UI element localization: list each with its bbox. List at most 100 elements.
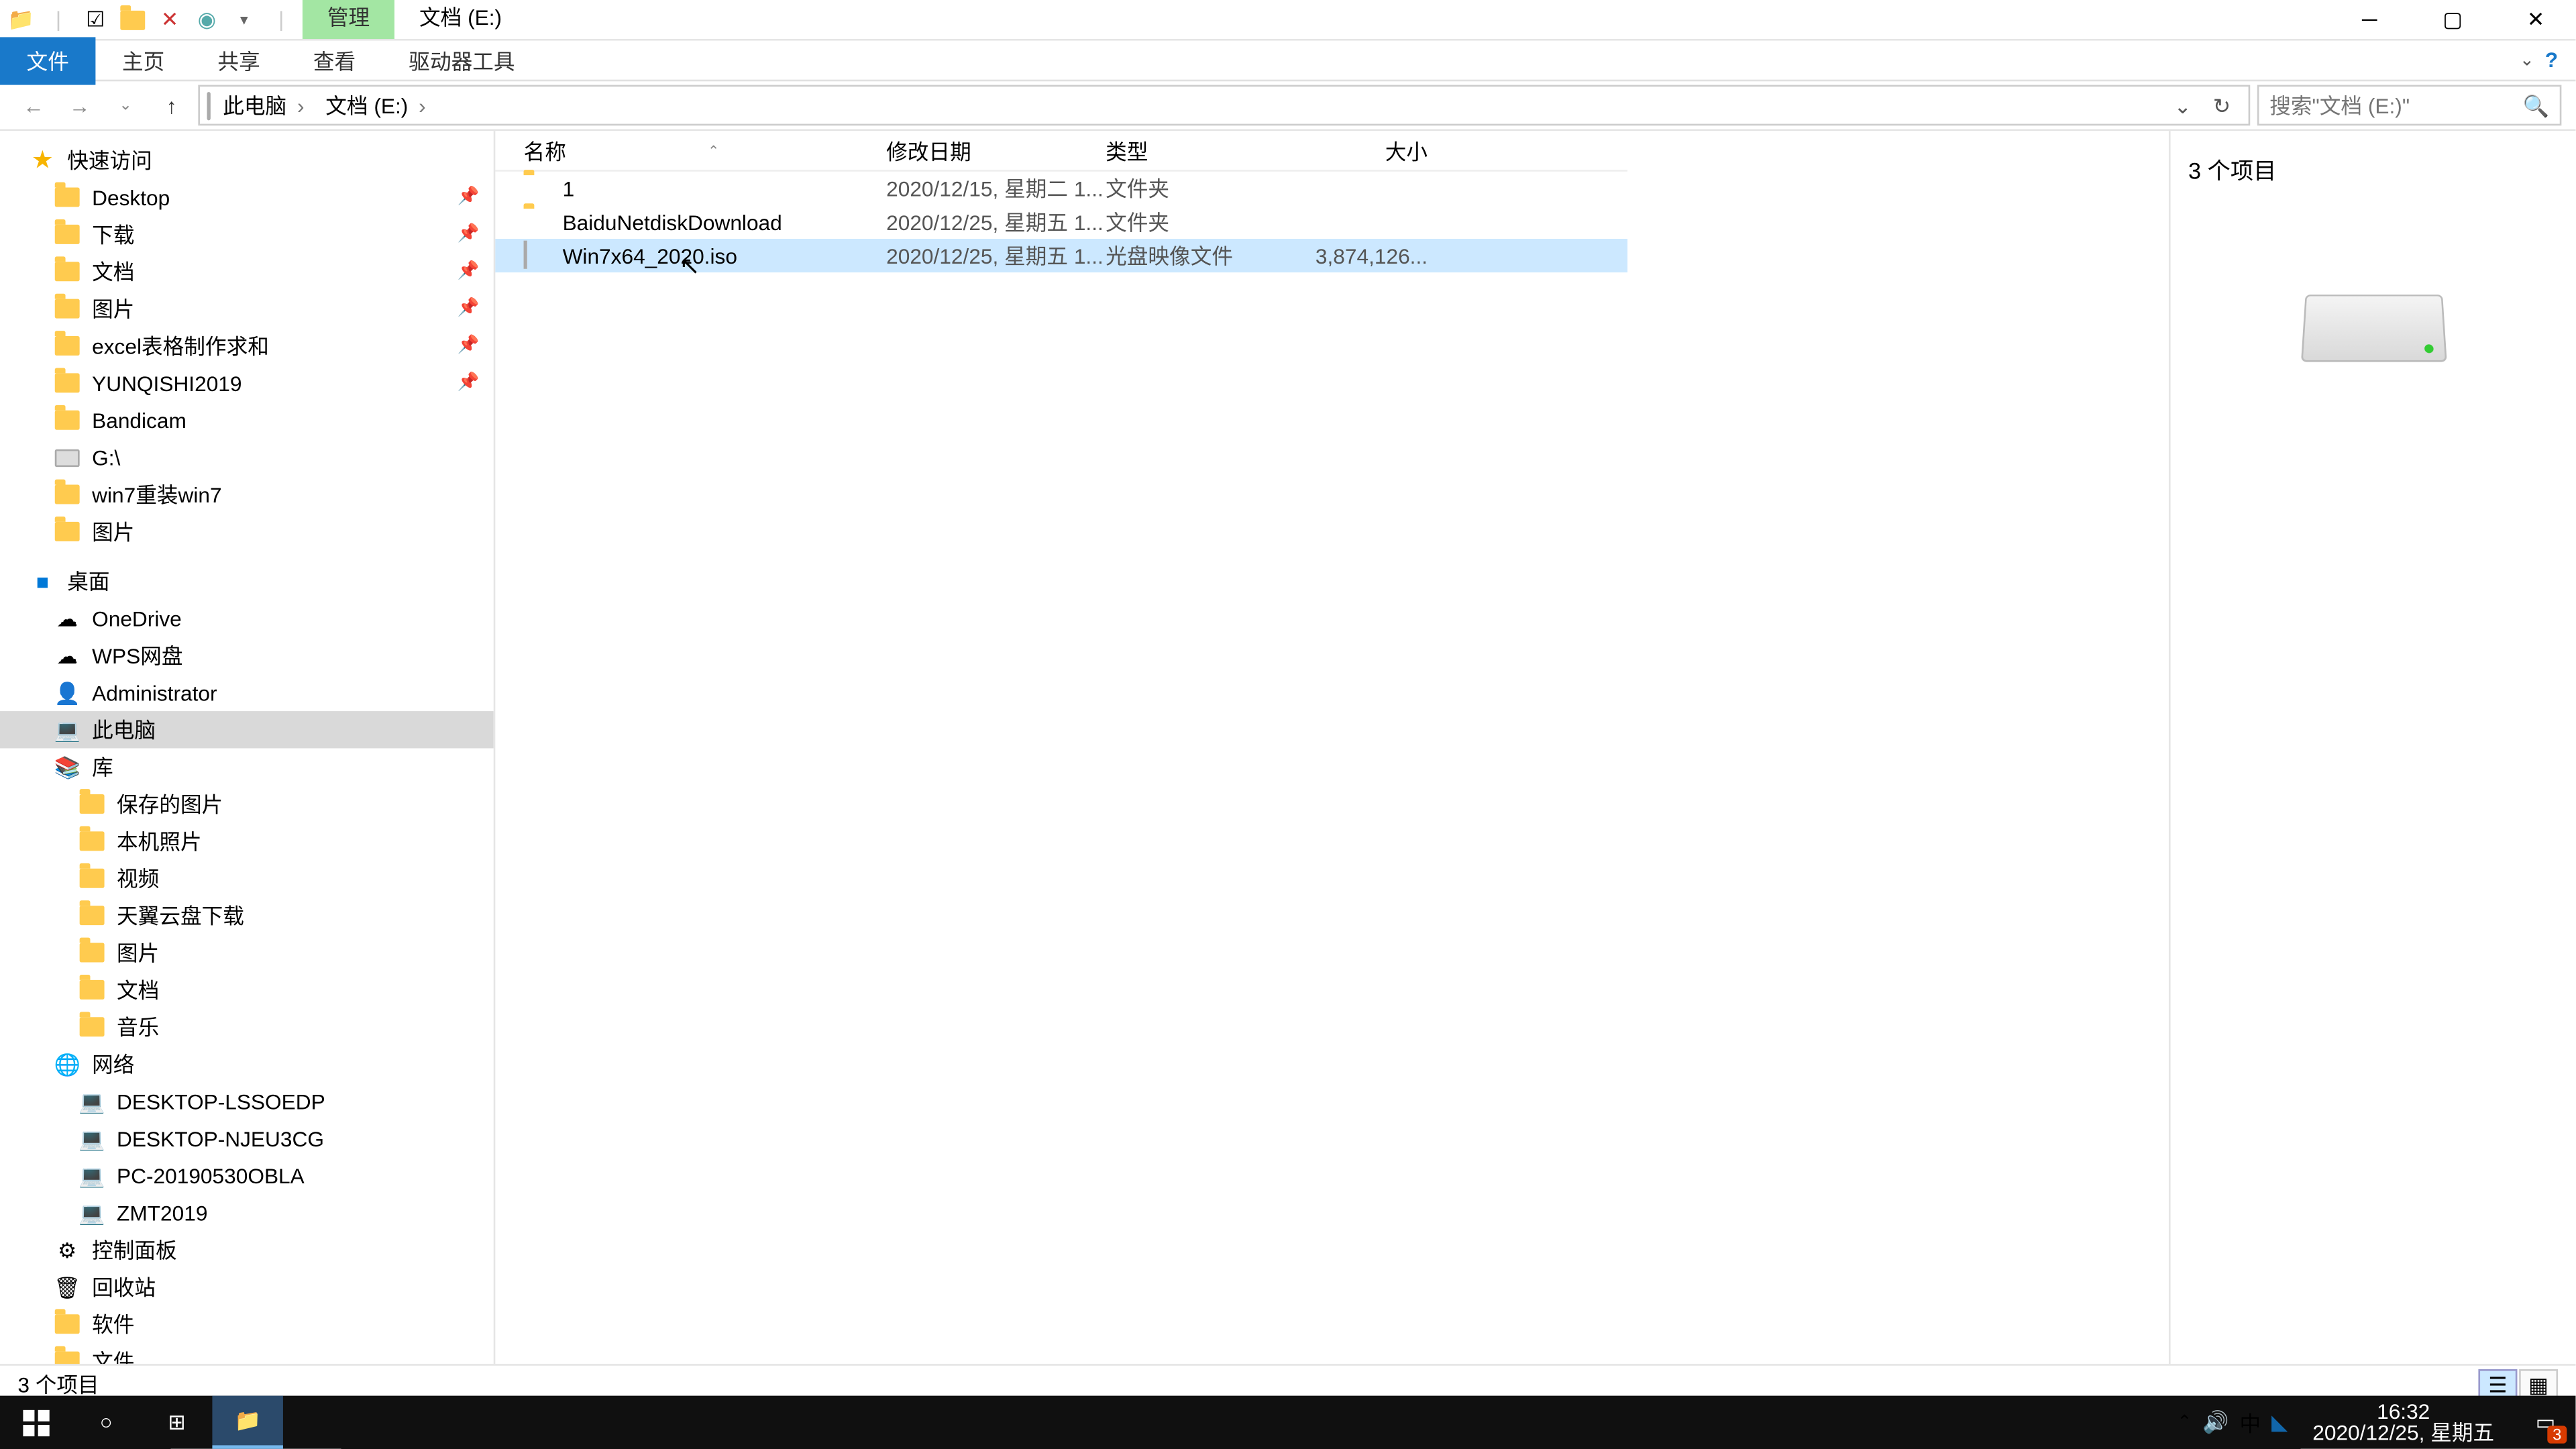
pin-icon: 📌 <box>458 299 480 319</box>
file-row[interactable]: 12020/12/15, 星期二 1...文件夹 <box>495 172 1627 205</box>
search-input[interactable] <box>2269 93 2522 117</box>
tree-item[interactable]: win7重装win7 <box>0 476 494 513</box>
tree-item[interactable]: 💻DESKTOP-LSSOEDP <box>0 1083 494 1120</box>
task-view-button[interactable]: ⊞ <box>142 1396 212 1449</box>
tree-desktop[interactable]: ■ 桌面 <box>0 563 494 600</box>
tree-item-icon <box>78 827 106 855</box>
tree-item[interactable]: 👤Administrator <box>0 674 494 711</box>
tree-item[interactable]: 💻ZMT2019 <box>0 1194 494 1231</box>
ribbon-tab-view[interactable]: 查看 <box>286 36 382 84</box>
tray-app-icon[interactable]: ◣ <box>2271 1410 2288 1435</box>
maximize-button[interactable]: ▢ <box>2413 2 2493 38</box>
nav-recent-dropdown[interactable]: ⌄ <box>106 86 145 125</box>
tree-item-icon <box>53 258 81 286</box>
refresh-button[interactable]: ↻ <box>2202 93 2241 117</box>
address-bar[interactable]: 此电脑 文档 (E:) ⌄ ↻ <box>198 85 2250 126</box>
qa-delete-icon[interactable]: ✕ <box>156 5 184 34</box>
tree-item[interactable]: ☁OneDrive <box>0 600 494 637</box>
tree-item[interactable]: 天翼云盘下载 <box>0 897 494 934</box>
tree-item[interactable]: YUNQISHI2019📌 <box>0 364 494 401</box>
tree-item[interactable]: 文件 <box>0 1342 494 1364</box>
close-button[interactable]: ✕ <box>2496 2 2576 38</box>
tree-item[interactable]: 💻DESKTOP-NJEU3CG <box>0 1120 494 1157</box>
column-type[interactable]: 类型 <box>1106 136 1286 166</box>
ribbon-tab-home[interactable]: 主页 <box>95 36 191 84</box>
tree-item-icon <box>53 1310 81 1338</box>
volume-icon[interactable]: 🔊 <box>2202 1410 2229 1435</box>
tree-item[interactable]: Desktop📌 <box>0 178 494 215</box>
search-button[interactable]: ○ <box>70 1396 141 1449</box>
context-tab-manage[interactable]: 管理 <box>303 0 394 39</box>
tree-item[interactable]: 图片📌 <box>0 290 494 327</box>
qa-rename-icon[interactable]: ◉ <box>193 5 221 34</box>
tree-item[interactable]: 下载📌 <box>0 216 494 253</box>
title-bar: 📁 | ☑ ✕ ◉ ▾ | 管理 文档 (E:) ─ ▢ ✕ <box>0 0 2575 41</box>
tree-item-icon <box>78 790 106 818</box>
empty-area[interactable] <box>1627 131 2169 1364</box>
column-size[interactable]: 大小 <box>1286 136 1428 166</box>
nav-up-button[interactable]: ↑ <box>152 86 191 125</box>
search-icon[interactable]: 🔍 <box>2522 93 2548 117</box>
pin-icon: 📌 <box>458 373 480 392</box>
tree-item[interactable]: ⚙控制面板 <box>0 1231 494 1268</box>
ribbon-tab-drive-tools[interactable]: 驱动器工具 <box>382 36 541 84</box>
tree-item[interactable]: 文档📌 <box>0 253 494 290</box>
clock-date: 2020/12/25, 星期五 <box>2312 1422 2494 1444</box>
minimize-button[interactable]: ─ <box>2330 2 2410 38</box>
tree-item-label: Administrator <box>92 680 217 705</box>
tree-item-icon <box>53 220 81 248</box>
tree-item[interactable]: 💻此电脑 <box>0 711 494 748</box>
navigation-pane[interactable]: ★ 快速访问 Desktop📌下载📌文档📌图片📌excel表格制作求和📌YUNQ… <box>0 131 495 1364</box>
tree-item-icon: 📚 <box>53 753 81 781</box>
qa-dropdown-icon[interactable]: ▾ <box>230 5 258 34</box>
ribbon-tab-share[interactable]: 共享 <box>191 36 286 84</box>
tree-item[interactable]: 图片 <box>0 934 494 971</box>
start-button[interactable] <box>0 1396 70 1449</box>
tree-item[interactable]: 🌐网络 <box>0 1045 494 1082</box>
file-row[interactable]: Win7x64_2020.iso2020/12/25, 星期五 1...光盘映像… <box>495 239 1627 272</box>
file-list[interactable]: 名称⌃ 修改日期 类型 大小 12020/12/15, 星期二 1...文件夹B… <box>495 131 1627 1364</box>
taskbar-clock[interactable]: 16:32 2020/12/25, 星期五 <box>2298 1397 2508 1447</box>
qa-properties-icon[interactable]: ☑ <box>81 5 109 34</box>
search-box[interactable]: 🔍 <box>2257 85 2562 126</box>
file-type: 文件夹 <box>1106 173 1286 203</box>
address-history-dropdown[interactable]: ⌄ <box>2167 93 2199 117</box>
qa-new-folder-icon[interactable] <box>119 5 147 34</box>
tree-item[interactable]: 图片 <box>0 513 494 550</box>
tree-item-label: Desktop <box>92 185 170 210</box>
tree-item[interactable]: 音乐 <box>0 1008 494 1045</box>
taskbar-file-explorer[interactable]: 📁 <box>212 1396 282 1449</box>
breadcrumb-segment[interactable]: 文档 (E:) <box>317 89 435 122</box>
file-name: Win7x64_2020.iso <box>563 244 737 268</box>
tree-quick-access[interactable]: ★ 快速访问 <box>0 142 494 178</box>
tree-item[interactable]: excel表格制作求和📌 <box>0 327 494 364</box>
tree-item[interactable]: Bandicam <box>0 402 494 439</box>
nav-back-button[interactable]: ← <box>14 86 53 125</box>
help-icon[interactable]: ? <box>2545 48 2558 72</box>
ribbon-collapse-icon[interactable]: ⌄ <box>2520 50 2534 70</box>
tree-item[interactable]: 文档 <box>0 971 494 1008</box>
tree-item[interactable]: 🗑回收站 <box>0 1269 494 1305</box>
breadcrumb-segment[interactable]: 此电脑 <box>214 89 313 122</box>
tree-label: 桌面 <box>67 566 109 596</box>
tree-item[interactable]: 📚库 <box>0 748 494 785</box>
tree-item[interactable]: 视频 <box>0 860 494 897</box>
action-center-button[interactable]: ▭ 3 <box>2519 1396 2572 1449</box>
tree-item[interactable]: 保存的图片 <box>0 786 494 822</box>
tree-item[interactable]: 💻PC-20190530OBLA <box>0 1157 494 1194</box>
tree-item[interactable]: 软件 <box>0 1305 494 1342</box>
tree-item-icon: ⚙ <box>53 1236 81 1264</box>
system-tray: ⌃ 🔊 中 ◣ 16:32 2020/12/25, 星期五 ▭ 3 <box>2177 1396 2575 1449</box>
ribbon-tab-file[interactable]: 文件 <box>0 36 95 84</box>
status-item-count: 3 个项目 <box>17 1369 99 1399</box>
location-drive-icon <box>207 93 211 117</box>
column-name[interactable]: 名称⌃ <box>524 136 887 166</box>
column-date[interactable]: 修改日期 <box>886 136 1106 166</box>
tree-item[interactable]: 本机照片 <box>0 822 494 859</box>
file-row[interactable]: BaiduNetdiskDownload2020/12/25, 星期五 1...… <box>495 205 1627 239</box>
ime-indicator[interactable]: 中 <box>2239 1407 2261 1438</box>
desktop-icon: ■ <box>28 567 56 595</box>
tray-overflow-icon[interactable]: ⌃ <box>2177 1413 2192 1432</box>
tree-item[interactable]: ☁WPS网盘 <box>0 637 494 674</box>
tree-item[interactable]: G:\ <box>0 439 494 476</box>
